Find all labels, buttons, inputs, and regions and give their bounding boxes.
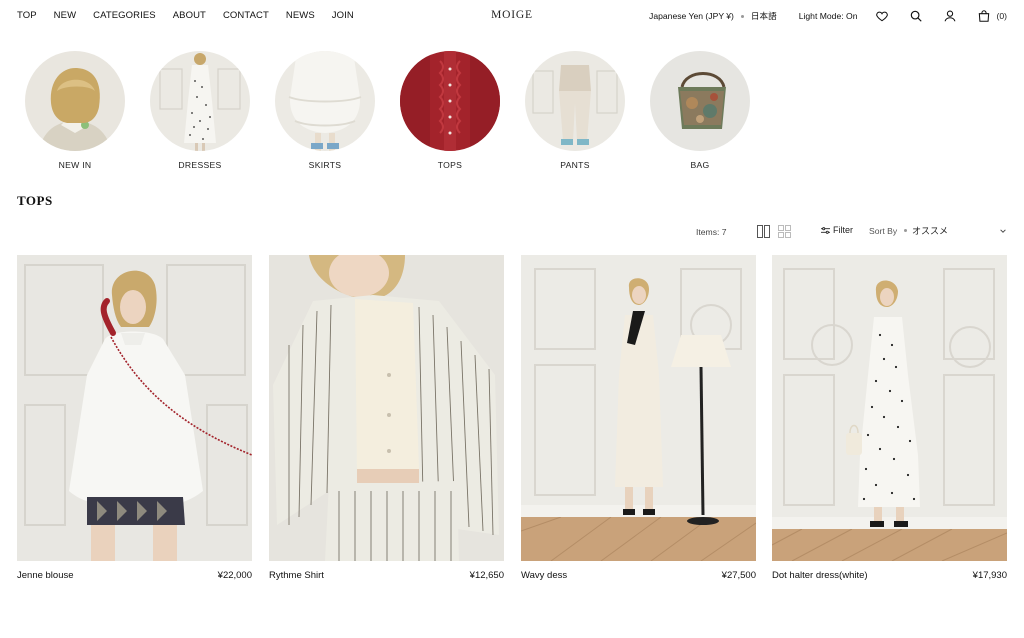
view-toggle [757, 225, 791, 238]
product-name[interactable]: Wavy dess [521, 570, 567, 581]
product-price: ¥27,500 [721, 570, 756, 581]
light-mode-toggle[interactable]: Light Mode: On [799, 11, 858, 21]
category-bag[interactable]: BAG [650, 51, 750, 170]
sort-value: オススメ [912, 226, 949, 236]
sort-by-label: Sort By [869, 226, 898, 236]
separator-dot [740, 14, 744, 18]
nav-new-link[interactable]: NEW [54, 10, 76, 21]
two-column-grid-icon[interactable] [757, 225, 770, 238]
product-name[interactable]: Rythme Shirt [269, 570, 324, 581]
category-skirts[interactable]: SKIRTS [275, 51, 375, 170]
pants-photo[interactable] [525, 51, 625, 151]
category-new-in[interactable]: NEW IN [25, 51, 125, 170]
product-price: ¥12,650 [469, 570, 504, 581]
category-dresses[interactable]: DRESSES [150, 51, 250, 170]
product-price: ¥22,000 [217, 570, 252, 581]
sort-select[interactable]: オススメ [904, 224, 1007, 237]
language-selector[interactable]: 日本語 [751, 10, 777, 22]
bag-photo[interactable] [650, 51, 750, 151]
product-name[interactable]: Dot halter dress(white) [772, 570, 868, 581]
category-label: NEW IN [58, 160, 92, 170]
wishlist-heart-icon[interactable] [873, 8, 891, 24]
nav-join-link[interactable]: JOIN [332, 10, 354, 21]
product-photo-dot-dress[interactable] [772, 255, 1007, 561]
four-column-grid-icon[interactable] [778, 225, 791, 238]
main-nav: TOP NEW CATEGORIES ABOUT CONTACT NEWS JO… [17, 10, 371, 21]
category-label: TOPS [437, 160, 463, 170]
category-label: DRESSES [178, 160, 222, 170]
filter-label: Filter [833, 225, 853, 235]
chevron-down-icon [1000, 228, 1006, 233]
nav-contact-link[interactable]: CONTACT [223, 10, 269, 21]
cart-count[interactable]: (0) [996, 11, 1007, 21]
skirt-photo[interactable] [275, 51, 375, 151]
product-photo-shirt[interactable] [269, 255, 504, 561]
category-label: SKIRTS [308, 160, 342, 170]
product-photo-dress[interactable] [521, 255, 756, 561]
search-icon[interactable] [907, 8, 925, 24]
site-header: TOP NEW CATEGORIES ABOUT CONTACT NEWS JO… [0, 0, 1024, 32]
nav-news-link[interactable]: NEWS [286, 10, 315, 21]
header-actions: Japanese Yen (JPY ¥) 日本語 Light Mode: On … [649, 8, 1007, 24]
product-card[interactable]: Wavy dess ¥27,500 [521, 255, 756, 581]
category-tops[interactable]: TOPS [400, 51, 500, 170]
account-user-icon[interactable] [941, 8, 959, 24]
items-count: Items: 7 [696, 227, 727, 237]
page-title: TOPS [17, 193, 53, 208]
separator-dot [904, 229, 907, 232]
category-label: PANTS [560, 160, 590, 170]
dress-photo[interactable] [150, 51, 250, 151]
category-label: BAG [690, 160, 710, 170]
product-photo-blouse[interactable] [17, 255, 252, 561]
nav-categories-link[interactable]: CATEGORIES [93, 10, 156, 21]
product-card[interactable]: Rythme Shirt ¥12,650 [269, 255, 504, 581]
currency-selector[interactable]: Japanese Yen (JPY ¥) [649, 11, 734, 21]
product-card[interactable]: Dot halter dress(white) ¥17,930 [772, 255, 1007, 581]
brand-logo[interactable]: MOIGE [491, 9, 533, 21]
blonde-model-photo[interactable] [25, 51, 125, 151]
product-price: ¥17,930 [972, 570, 1007, 581]
product-card[interactable]: Jenne blouse ¥22,000 [17, 255, 252, 581]
product-name[interactable]: Jenne blouse [17, 570, 74, 581]
red-top-photo[interactable] [400, 51, 500, 151]
nav-about-link[interactable]: ABOUT [173, 10, 206, 21]
nav-top-link[interactable]: TOP [17, 10, 37, 21]
filter-sliders-icon [821, 226, 830, 234]
cart-bag-icon[interactable] [975, 8, 993, 24]
category-pants[interactable]: PANTS [525, 51, 625, 170]
filter-button[interactable]: Filter [821, 225, 853, 235]
